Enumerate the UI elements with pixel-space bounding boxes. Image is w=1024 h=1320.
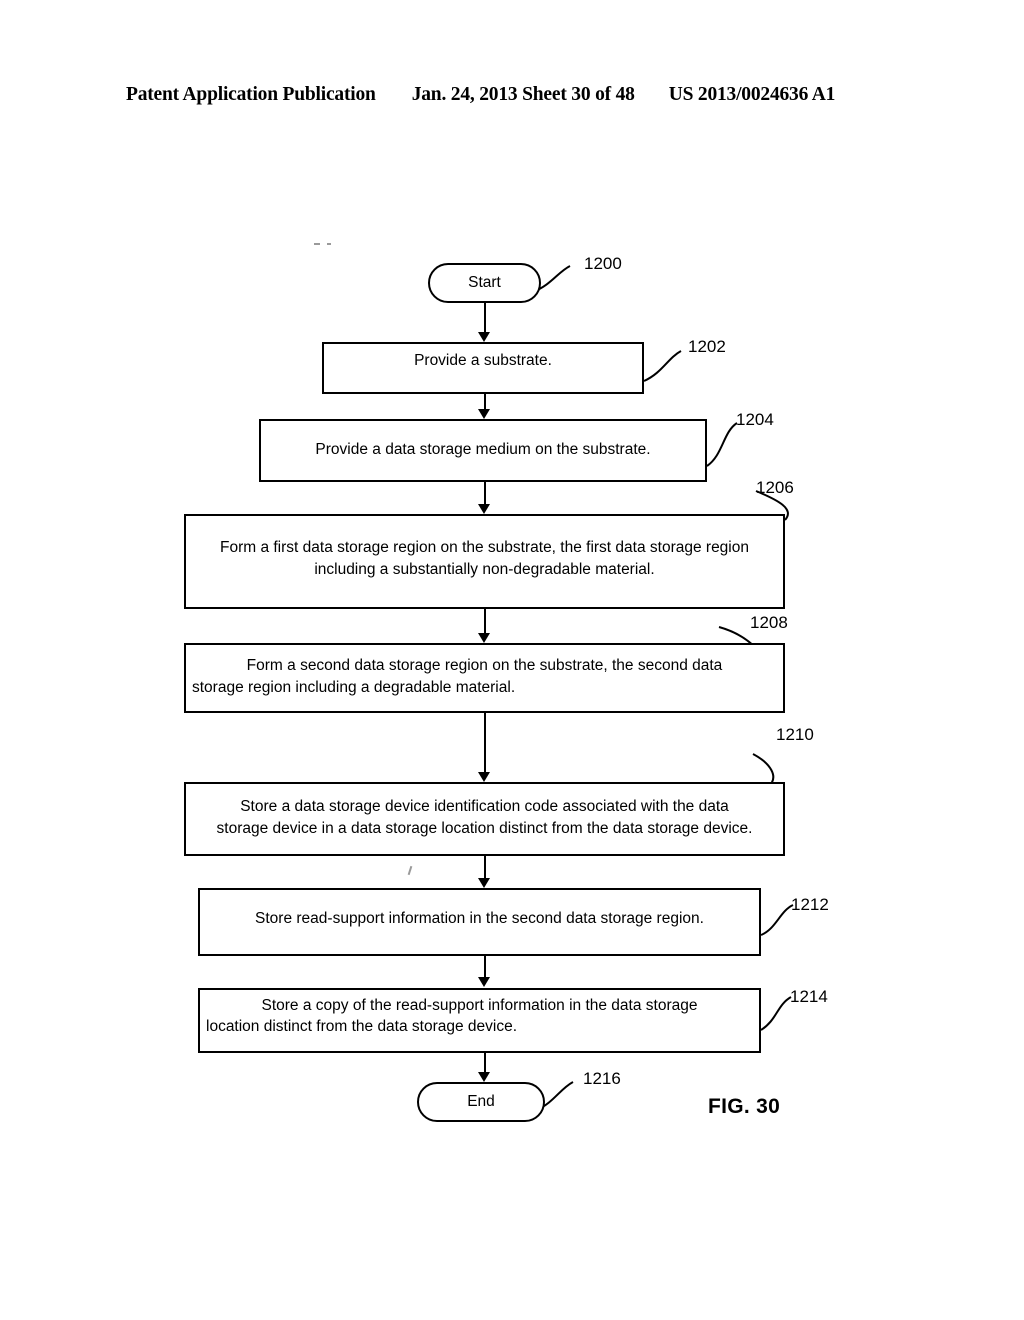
patent-figure-page: Patent Application Publication Jan. 24, … — [0, 0, 1024, 1320]
step-1208-line-1: Form a second data storage region on the… — [246, 657, 723, 675]
end-label: End — [467, 1093, 495, 1110]
arrowhead-1210 — [478, 772, 490, 782]
flowchart-start-terminal[interactable]: Start — [428, 263, 541, 303]
flowchart-step-1202[interactable]: Provide a substrate. — [322, 342, 644, 394]
flowchart-step-1204[interactable]: Provide a data storage medium on the sub… — [259, 419, 707, 482]
step-1206-line-1: Form a first data storage region on the … — [219, 539, 749, 557]
reference-numeral-1202: 1202 — [688, 337, 726, 356]
page-header: Patent Application Publication Jan. 24, … — [126, 84, 898, 110]
step-1210-line-1: Store a data storage device identificati… — [240, 798, 729, 816]
step-1212-line-1: Store read-support information in the se… — [255, 910, 704, 928]
flowchart-step-1214[interactable]: Store a copy of the read-support informa… — [198, 988, 761, 1053]
scan-speck — [314, 243, 320, 245]
step-1214-line-2: location distinct from the data storage … — [206, 1018, 518, 1035]
scan-speck — [407, 865, 413, 876]
header-date-sheet: Jan. 24, 2013 Sheet 30 of 48 — [411, 84, 635, 105]
connector-1204-to-1206 — [484, 481, 486, 506]
step-1204-line-1: Provide a data storage medium on the sub… — [315, 440, 651, 458]
arrowhead-1212 — [478, 878, 490, 888]
step-1214-line-1: Store a copy of the read-support informa… — [261, 996, 698, 1014]
connector-start-to-1202 — [484, 302, 486, 334]
step-1202-line-1: Provide a substrate. — [414, 352, 552, 370]
figure-label: FIG. 30 — [708, 1095, 781, 1118]
start-label: Start — [468, 274, 501, 291]
arrowhead-end — [478, 1072, 490, 1082]
reference-numeral-1208: 1208 — [750, 613, 788, 632]
connector-1208-to-1210 — [484, 712, 486, 774]
scan-speck — [327, 243, 331, 245]
header-publication-number: US 2013/0024636 A1 — [668, 84, 836, 105]
header-publication-title: Patent Application Publication — [126, 84, 376, 105]
step-1210-line-2: storage device in a data storage locatio… — [216, 819, 753, 837]
flowchart-step-1210[interactable]: Store a data storage device identificati… — [184, 782, 785, 856]
arrowhead-1214 — [478, 977, 490, 987]
flowchart-end-terminal[interactable]: End — [417, 1082, 545, 1122]
arrowhead-1202 — [478, 332, 490, 342]
flowchart-step-1206[interactable]: Form a first data storage region on the … — [184, 514, 785, 609]
step-1208-line-2: storage region including a degradable ma… — [192, 678, 516, 696]
step-1206-line-2: including a substantially non-degradable… — [314, 560, 655, 578]
arrowhead-1206 — [478, 504, 490, 514]
connector-1214-to-end — [484, 1052, 486, 1074]
reference-numeral-1204: 1204 — [736, 410, 774, 429]
reference-numeral-1210: 1210 — [776, 725, 814, 744]
connector-1210-to-1212 — [484, 855, 486, 880]
arrowhead-1204 — [478, 409, 490, 419]
reference-numeral-1216: 1216 — [583, 1069, 621, 1088]
reference-numeral-1212: 1212 — [791, 895, 829, 914]
flowchart-step-1212[interactable]: Store read-support information in the se… — [198, 888, 761, 956]
reference-numeral-1214: 1214 — [790, 987, 828, 1006]
connector-1206-to-1208 — [484, 608, 486, 635]
reference-numeral-1200: 1200 — [584, 254, 622, 273]
flowchart-step-1208[interactable]: Form a second data storage region on the… — [184, 643, 785, 713]
connector-1212-to-1214 — [484, 955, 486, 979]
reference-numeral-1206: 1206 — [756, 478, 794, 497]
arrowhead-1208 — [478, 633, 490, 643]
